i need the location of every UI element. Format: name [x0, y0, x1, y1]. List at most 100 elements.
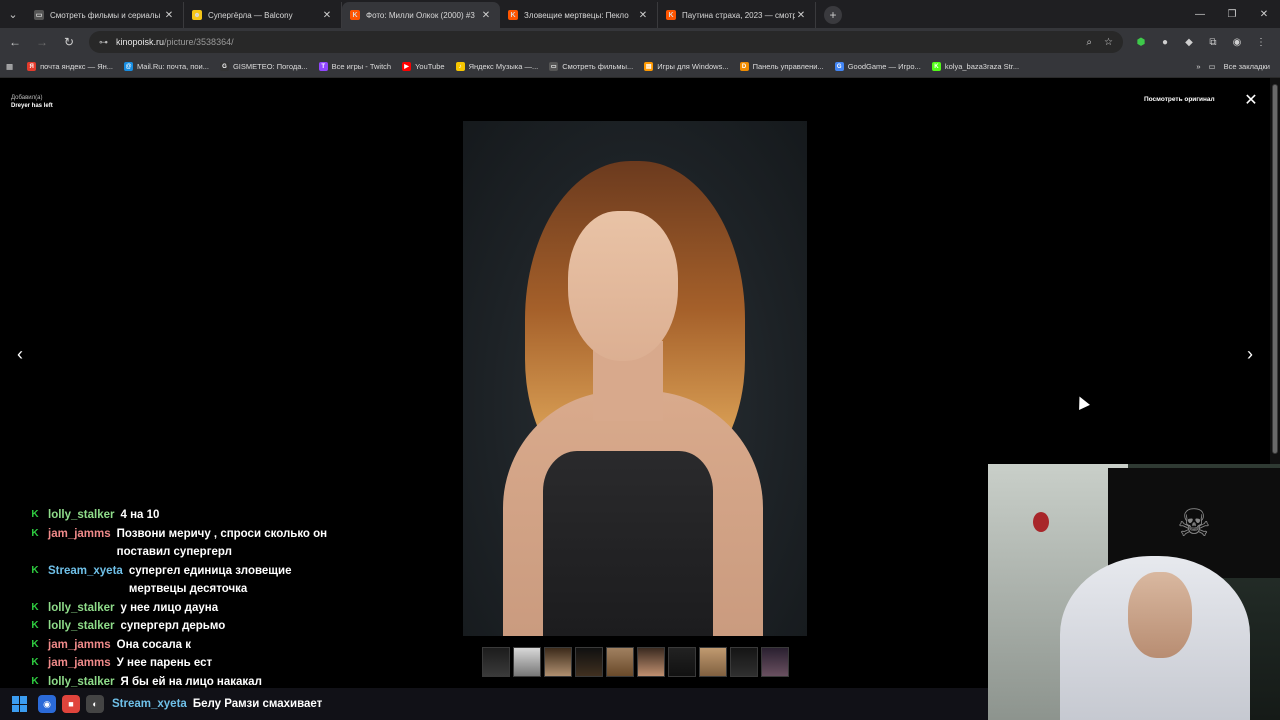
windows-start-icon[interactable]: [12, 696, 28, 712]
added-by-user[interactable]: Dreyer has left: [11, 102, 53, 110]
extension-icon[interactable]: ◆: [1181, 34, 1197, 50]
minimize-button[interactable]: —: [1184, 0, 1216, 28]
bookmark-item[interactable]: ▤ Игры для Windows...: [644, 62, 729, 71]
bookmark-item[interactable]: Япочта яндекс — Ян...: [27, 62, 113, 71]
url-input[interactable]: ⊶ kinopoisk.ru/picture/3538364/ ⌕ ☆: [89, 31, 1123, 53]
tab-close-icon[interactable]: ✕: [321, 10, 333, 21]
chat-message: Klolly_stalker у нее лицо дауна: [30, 599, 330, 618]
stream-chat-overlay: Klolly_stalker 4 на 10 Kjam_jamms Позвони м…: [30, 506, 330, 691]
extensions-puzzle-icon[interactable]: ⧉: [1205, 34, 1221, 50]
chrome-icon[interactable]: ◉: [38, 695, 56, 713]
reload-button[interactable]: ↻: [57, 30, 81, 54]
view-original-button[interactable]: Посмотреть оригинал: [1136, 92, 1223, 106]
photo-thumbnail[interactable]: [699, 647, 727, 677]
bookmark-star-icon[interactable]: ☆: [1104, 37, 1113, 48]
tab-label: Супергёрла — Balcony: [208, 10, 293, 20]
tab-close-icon[interactable]: ✕: [795, 10, 807, 21]
tab-close-icon[interactable]: ✕: [480, 10, 492, 21]
tab-label: Фото: Милли Олкок (2000) #3: [366, 10, 475, 20]
browser-tab[interactable]: K Зловещие мертвецы: Пекло ✕: [500, 2, 658, 28]
bookmark-item[interactable]: G GoodGame — Игро...: [834, 62, 921, 71]
bookmark-item[interactable]: ▭ Смотреть фильмы...: [549, 62, 633, 71]
tab-close-icon[interactable]: ✕: [163, 10, 175, 21]
back-button[interactable]: ←: [3, 30, 27, 54]
photo-thumbnail[interactable]: [575, 647, 603, 677]
browser-tab[interactable]: K Фото: Милли Олкок (2000) #3 ✕: [342, 2, 500, 28]
bookmark-label: Все игры - Twitch: [331, 62, 392, 71]
bookmark-label: GoodGame — Игро...: [847, 62, 921, 71]
url-host: kinopoisk.ru: [116, 37, 165, 47]
bookmark-item[interactable]: Kkolya_baza3raza Str...: [931, 62, 1020, 71]
tab-favicon-icon: ▭: [34, 10, 44, 20]
bookmark-item[interactable]: ▶ YouTube: [402, 62, 445, 71]
bookmark-item[interactable]: @ Mail.Ru: почта, пои...: [124, 62, 209, 71]
photo-thumbnail[interactable]: [513, 647, 541, 677]
tab-favicon-icon: ☻: [192, 10, 202, 20]
kick-badge-icon: K: [31, 527, 39, 539]
browser-tab[interactable]: K Паутина страха, 2023 — смотр ✕: [658, 2, 816, 28]
added-by: Добавил(а) Dreyer has left: [11, 94, 53, 110]
next-photo-button[interactable]: ›: [1240, 342, 1260, 366]
bookmark-label: YouTube: [415, 62, 445, 71]
restore-button[interactable]: ❐: [1216, 0, 1248, 28]
bookmark-label: GISMETEO: Погода...: [232, 62, 308, 71]
tab-close-icon[interactable]: ✕: [637, 10, 649, 21]
app-icon[interactable]: ◐: [86, 695, 104, 713]
window-controls: — ❐ ✕: [1184, 0, 1280, 28]
chat-text: 4 на 10: [120, 509, 160, 521]
photo-thumbnail[interactable]: [482, 647, 510, 677]
tab-label: Паутина страха, 2023 — смотр: [682, 10, 795, 20]
kick-badge-icon: K: [31, 638, 39, 650]
menu-kebab-icon[interactable]: ⋮: [1253, 34, 1269, 50]
browser-tab[interactable]: ▭ Смотреть фильмы и сериалы ✕: [26, 2, 184, 28]
close-icon[interactable]: ✕: [1242, 91, 1260, 109]
site-info-icon[interactable]: ⊶: [99, 37, 108, 48]
chat-message: Klolly_stalker 4 на 10: [30, 506, 330, 525]
chat-username: lolly_stalker: [48, 620, 115, 632]
bookmark-favicon-icon: Я: [27, 62, 37, 71]
bookmark-favicon-icon: D: [739, 62, 749, 71]
chat-message: Kjam_jamms Она сосала к: [30, 636, 330, 655]
chat-text: Белу Рамзи смахивает: [192, 698, 323, 710]
extension-icon[interactable]: ⬢: [1133, 34, 1149, 50]
photo-thumbnail[interactable]: [730, 647, 758, 677]
chat-username: jam_jamms: [48, 527, 111, 540]
bookmark-label: Яндекс Музыка —...: [468, 62, 539, 71]
tab-favicon-icon: K: [350, 10, 360, 20]
tab-favicon-icon: K: [666, 10, 676, 20]
kick-badge-icon: K: [31, 601, 39, 613]
photo-thumbnail[interactable]: [606, 647, 634, 677]
bookmark-label: kolya_baza3raza Str...: [944, 62, 1020, 71]
chevron-right-icon[interactable]: »: [1196, 62, 1200, 71]
photo-thumbnail[interactable]: [637, 647, 665, 677]
photo-thumbnail[interactable]: [544, 647, 572, 677]
apps-grid-icon[interactable]: ▦: [6, 62, 13, 71]
bookmark-item[interactable]: G GISMETEO: Погода...: [219, 62, 308, 71]
all-bookmarks-button[interactable]: Все закладки: [1224, 62, 1270, 71]
forward-button[interactable]: →: [30, 30, 54, 54]
taskbar: ◉ ■ ◐ Stream_xyeta Белу Рамзи смахивает: [0, 688, 988, 720]
browser-tab[interactable]: ☻ Супергёрла — Balcony ✕: [184, 2, 342, 28]
main-photo: [463, 121, 807, 636]
photo-thumbnail[interactable]: [761, 647, 789, 677]
bookmark-item[interactable]: T Все игры - Twitch: [318, 62, 392, 71]
chat-text: супергел единица зловещие мертвецы десят…: [128, 564, 292, 596]
new-tab-button[interactable]: +: [824, 6, 842, 24]
bookmark-item[interactable]: D Панель управлени...: [739, 62, 824, 71]
zoom-icon[interactable]: ⌕: [1086, 37, 1092, 48]
photo-thumbnail[interactable]: [668, 647, 696, 677]
chat-username: lolly_stalker: [48, 601, 115, 614]
previous-photo-button[interactable]: ‹: [10, 342, 30, 366]
app-icon[interactable]: ■: [62, 695, 80, 713]
tab-favicon-icon: K: [508, 10, 518, 20]
extension-icon[interactable]: ●: [1157, 34, 1173, 50]
chat-message: Kjam_jamms У нее парень ест: [30, 654, 330, 673]
tab-search-icon[interactable]: ⌄: [0, 0, 26, 28]
bookmarks-bar: ▦ Япочта яндекс — Ян... @ Mail.Ru: почта, …: [0, 56, 1280, 78]
close-window-button[interactable]: ✕: [1248, 0, 1280, 28]
tab-strip: ▭ Смотреть фильмы и сериалы ✕ ☻ Супергёрла —…: [26, 2, 816, 28]
bookmark-item[interactable]: ♪ Яндекс Музыка —...: [455, 62, 539, 71]
chat-text: Позвони меричу , спроси сколько он поста…: [116, 527, 328, 559]
bookmark-favicon-icon: ♪: [455, 62, 465, 71]
profile-avatar-icon[interactable]: ◉: [1229, 34, 1245, 50]
